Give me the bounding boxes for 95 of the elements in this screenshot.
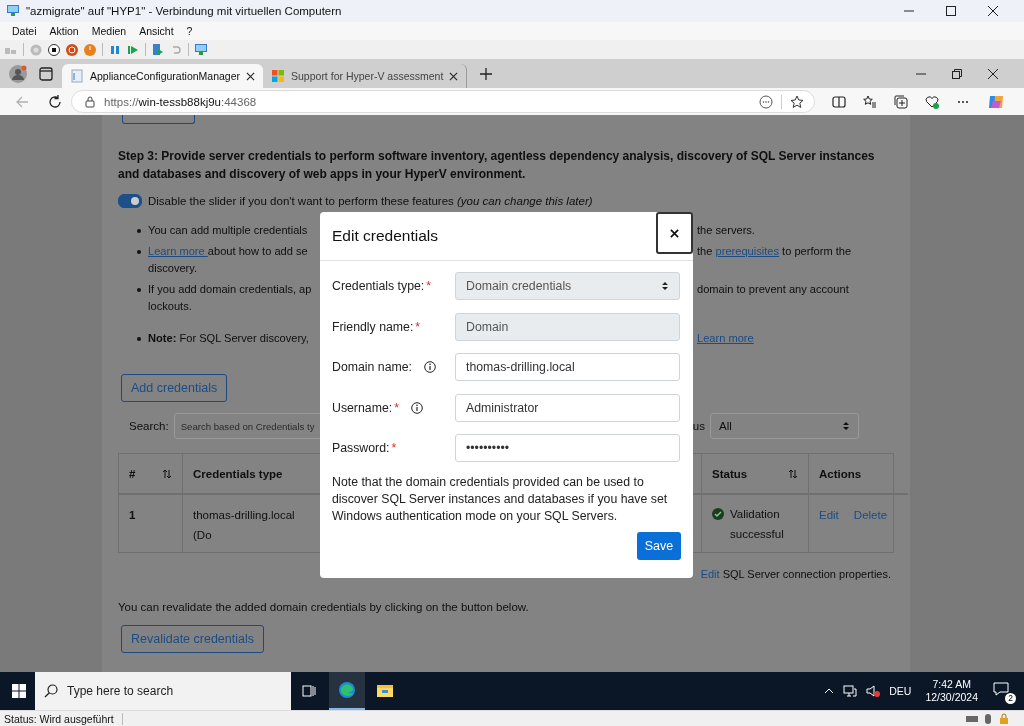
restore-icon[interactable] (952, 68, 962, 79)
more-icon[interactable] (759, 94, 773, 109)
windows-start-icon[interactable] (12, 684, 26, 698)
close-icon[interactable] (246, 71, 255, 81)
shutdown-icon[interactable] (66, 43, 78, 56)
dialog-note: Note that the domain credentials provided can be used to discover SQL Server instances and databases if you have set Windows authentication mode on your SQL Servers. (332, 473, 669, 525)
reload-icon[interactable] (48, 94, 62, 109)
tab-list-icon[interactable] (39, 66, 53, 81)
column-header: Status (701, 454, 809, 495)
field-label: Friendly name: (332, 319, 414, 334)
menu-item[interactable]: Aktion (49, 25, 79, 37)
column-header: # (119, 454, 183, 495)
menu-item[interactable]: Medien (91, 25, 127, 37)
required-mark: * (426, 279, 432, 293)
favorites-icon[interactable] (863, 94, 877, 109)
network-icon[interactable] (843, 684, 858, 698)
search-icon (44, 684, 58, 698)
revalidate-text: You can revalidate the added domain credentials by clicking on the button below. (118, 600, 530, 615)
table-cell: 1 (119, 495, 183, 552)
close-icon[interactable] (988, 68, 998, 79)
new-tab-icon[interactable] (479, 66, 494, 81)
bullet-text: the prerequisites to perform the (697, 244, 852, 259)
sort-icon[interactable] (162, 468, 172, 479)
stop-icon[interactable] (48, 43, 60, 56)
field-label: Credentials type: (332, 279, 425, 293)
play-icon[interactable] (127, 43, 139, 56)
menu-item[interactable]: Ansicht (139, 25, 174, 37)
star-icon[interactable] (790, 94, 804, 109)
status-text: Validation successful (730, 507, 785, 542)
updown-icon (661, 281, 669, 291)
bullet-icon (137, 228, 141, 233)
required-mark: * (391, 441, 397, 455)
pause-icon[interactable] (109, 43, 121, 56)
sort-icon[interactable] (788, 468, 798, 479)
status-select[interactable]: All (710, 413, 859, 439)
four-squares-icon (271, 69, 285, 83)
info-icon[interactable] (423, 361, 436, 373)
address-field[interactable]: https://win-tessb88kj9u:44368 (71, 90, 815, 113)
toggle-switch[interactable] (118, 194, 142, 208)
required-mark: * (415, 319, 421, 334)
info-icon[interactable] (410, 401, 423, 414)
browser-tab[interactable]: ApplianceConfigurationManager (62, 64, 263, 88)
browser-app-icon[interactable] (329, 672, 365, 710)
search-label: Search: (129, 420, 169, 432)
bullet-text: You can add multiple credentials (148, 223, 308, 238)
document-icon (70, 69, 84, 83)
bullet-text: discovery. (148, 261, 198, 276)
muted-speaker-icon[interactable] (866, 684, 881, 698)
split-screen-icon[interactable] (832, 94, 846, 109)
required-mark: * (394, 400, 399, 415)
updown-icon (842, 421, 850, 431)
check-badge-icon (712, 508, 724, 520)
save-button[interactable]: Save (637, 531, 681, 560)
chevron-up-icon[interactable] (824, 686, 835, 696)
dialog-title: Edit credentials (332, 227, 438, 245)
profile-icon[interactable] (9, 64, 27, 83)
mouse-icon (982, 712, 994, 725)
close-icon[interactable] (449, 71, 459, 81)
bullet-icon (137, 287, 141, 292)
language-indicator[interactable]: DEU (889, 685, 912, 697)
bullet-icon (137, 249, 141, 254)
notification-button[interactable]: 2 (992, 680, 1014, 702)
collections-icon[interactable] (894, 94, 908, 109)
field-label: Domain name: (332, 360, 412, 374)
clock[interactable]: 7:42 AM 12/30/2024 (925, 678, 978, 704)
edit-note: Edit SQL Server connection properties. (700, 568, 891, 580)
monitor-icon (6, 4, 20, 18)
menu-item[interactable]: Datei (12, 25, 37, 37)
bullet-text: lockouts. (148, 299, 192, 314)
maximize-icon[interactable] (946, 6, 956, 16)
menu-item[interactable]: ? (186, 25, 193, 37)
monitor-icon[interactable] (195, 43, 207, 56)
close-button[interactable] (656, 212, 693, 254)
status-filter-label: us (692, 420, 705, 432)
taskbar-search-field[interactable]: Type here to search (35, 672, 291, 710)
bullet-text: domain to prevent any account (697, 282, 849, 297)
bullet-text: If you add domain credentials, ap (148, 282, 312, 297)
input-field[interactable]: •••••••••• (455, 434, 680, 462)
status-text: Status: Wird ausgeführt (4, 712, 123, 725)
bullet-text: Learn more about how to add se (148, 244, 308, 259)
bullet-icon (137, 336, 141, 341)
bullet-text: Note: For SQL Server discovery, (148, 331, 309, 346)
field-label: Password: (332, 441, 390, 455)
input-field[interactable]: thomas-drilling.local (455, 353, 680, 381)
close-icon[interactable] (988, 6, 998, 16)
field-label: Username: (332, 400, 393, 415)
lock-icon (998, 712, 1010, 725)
input-field[interactable]: Administrator (455, 393, 680, 422)
bullet-text: the servers. (697, 223, 755, 238)
close-icon (670, 228, 679, 238)
toggle-label: Disable the slider if you don't want to perform these features (you can change this later) (148, 194, 593, 209)
step-heading: Step 3: Provide server credentials to perform software inventory, agentless dependency analysis, discovery of SQL Server instances and databases and discovery of web apps in your HyperV environment. (118, 148, 876, 183)
column-header: Actions (809, 454, 908, 495)
lock-icon (84, 95, 96, 108)
window-title: "azmigrate" auf "HYP1" - Verbindung mit virtuellen Computern (26, 5, 342, 17)
